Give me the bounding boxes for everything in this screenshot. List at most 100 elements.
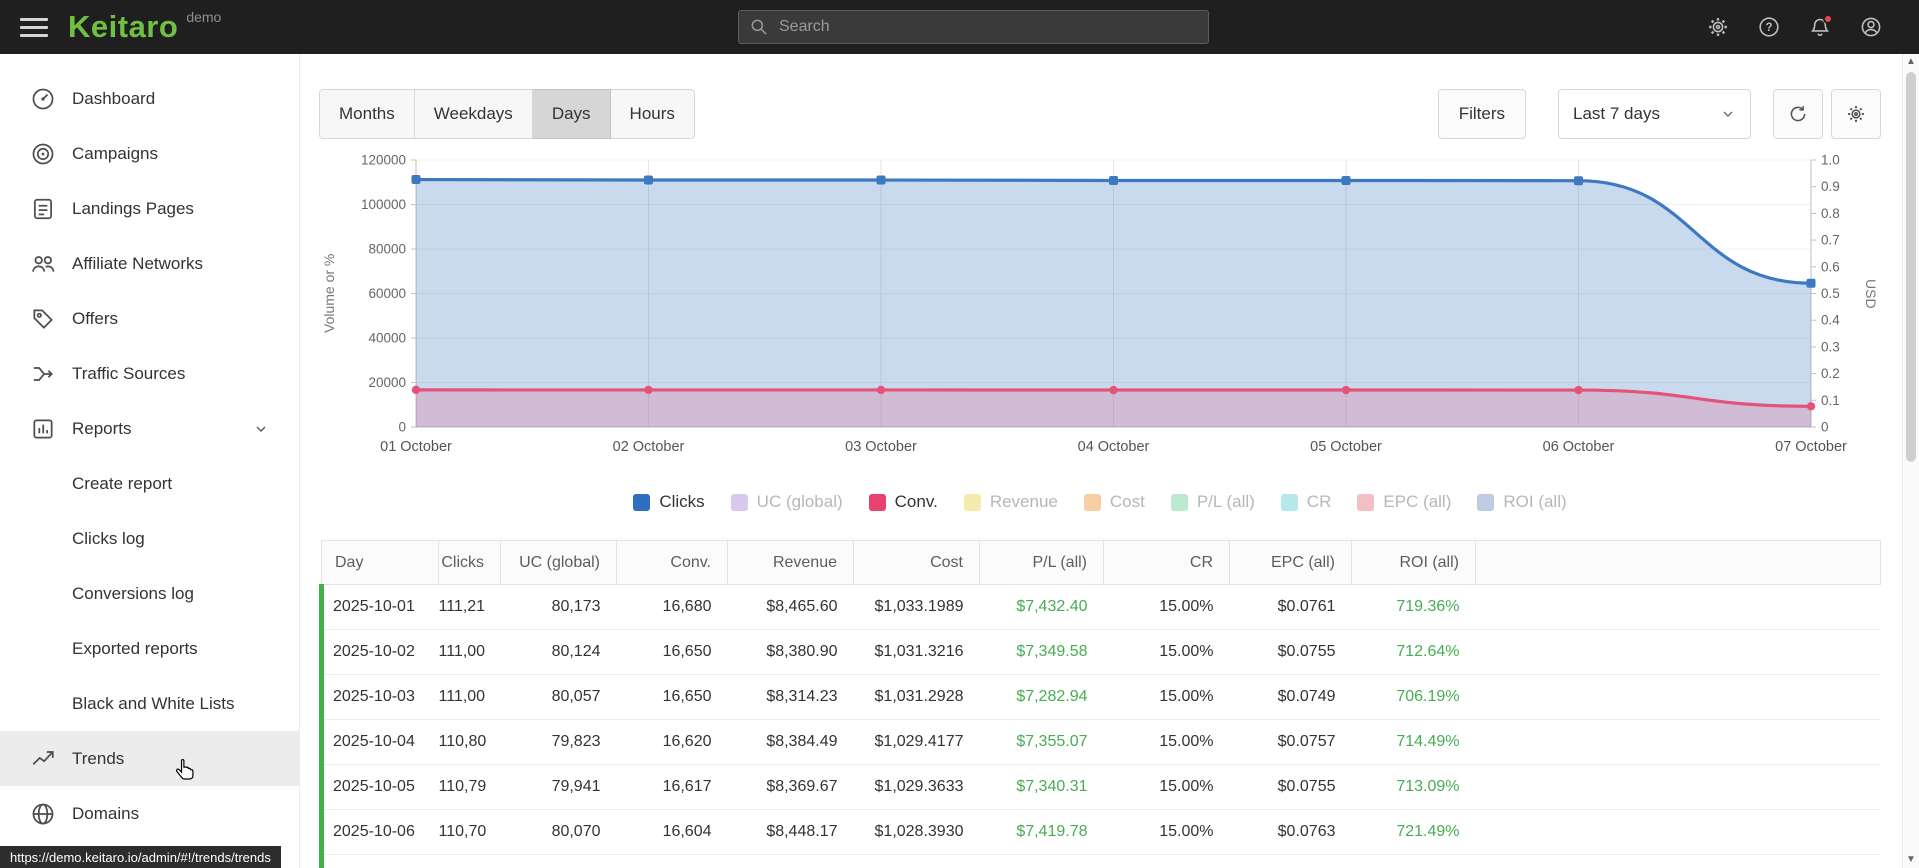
cell-epc-all: $0.0763 bbox=[1229, 809, 1352, 855]
sidebar-item-campaigns[interactable]: Campaigns bbox=[0, 126, 299, 181]
cell-day: 2025-10-06 bbox=[319, 809, 439, 855]
app-logo[interactable]: Keitaro bbox=[68, 0, 178, 54]
cell-day: 2025-10-05 bbox=[319, 764, 439, 810]
sidebar-item-offers[interactable]: Offers bbox=[0, 291, 299, 346]
column-header-uc-global[interactable]: UC (global) bbox=[500, 540, 617, 585]
view-tabs: Months Weekdays Days Hours bbox=[319, 89, 695, 139]
table-row[interactable]: 2025-10-02 111,00 80,124 16,650 $8,380.90 $1,… bbox=[319, 629, 1881, 675]
sidebar-item-affiliate-networks[interactable]: Affiliate Networks bbox=[0, 236, 299, 291]
hamburger-menu-icon[interactable] bbox=[20, 13, 48, 42]
sidebar-item-label: Offers bbox=[72, 308, 118, 328]
legend-swatch bbox=[868, 493, 886, 511]
sidebar-item-label: Reports bbox=[72, 418, 132, 438]
table-row[interactable]: 2025-10-01 111,21 80,173 16,680 $8,465.60 $1,… bbox=[319, 584, 1881, 630]
settings-gear-icon bbox=[1848, 106, 1864, 122]
legend-item-p-l-all[interactable]: P/L (all) bbox=[1170, 492, 1255, 512]
sidebar-item-label: Trends bbox=[72, 748, 125, 768]
sidebar-item-conversions-log[interactable]: Conversions log bbox=[0, 566, 299, 621]
reports-icon bbox=[30, 416, 56, 442]
cell-filler bbox=[1475, 809, 1881, 855]
cell-epc-all: $0.0761 bbox=[1229, 584, 1352, 630]
tab-months[interactable]: Months bbox=[319, 89, 415, 139]
column-header-roi-all[interactable]: ROI (all) bbox=[1351, 540, 1476, 585]
refresh-icon bbox=[1790, 106, 1806, 122]
landings-pages-icon bbox=[30, 196, 56, 222]
notification-badge bbox=[1823, 14, 1833, 24]
affiliate-networks-icon bbox=[30, 251, 56, 277]
svg-text:1.0: 1.0 bbox=[1821, 153, 1840, 168]
svg-text:0: 0 bbox=[1821, 420, 1829, 435]
vertical-scrollbar[interactable]: ▲ ▼ bbox=[1902, 54, 1919, 868]
refresh-button[interactable] bbox=[1773, 89, 1823, 139]
scroll-down-icon[interactable]: ▼ bbox=[1903, 853, 1919, 867]
legend-item-cr[interactable]: CR bbox=[1280, 492, 1332, 512]
account-icon[interactable] bbox=[1859, 15, 1883, 39]
scrollbar-thumb[interactable] bbox=[1906, 72, 1916, 462]
cell-conv: 16,650 bbox=[616, 674, 728, 720]
column-header-cr[interactable]: CR bbox=[1103, 540, 1230, 585]
legend-item-clicks[interactable]: Clicks bbox=[633, 492, 705, 512]
sidebar-item-domains[interactable]: Domains bbox=[0, 786, 299, 841]
cell-roi-all: 715.57% bbox=[1351, 854, 1476, 868]
table-row[interactable]: 2025-10-0764,6246,759,308$4,690.33$575.1… bbox=[319, 854, 1881, 868]
legend-label: Conv. bbox=[894, 492, 938, 511]
table-row[interactable]: 2025-10-05 110,79 79,941 16,617 $8,369.67 $1,… bbox=[319, 764, 1881, 810]
tab-days[interactable]: Days bbox=[532, 89, 611, 139]
legend-label: EPC (all) bbox=[1383, 492, 1452, 511]
cell-uc-global: 80,124 bbox=[500, 629, 617, 675]
legend-item-conv[interactable]: Conv. bbox=[868, 492, 938, 512]
scroll-up-icon[interactable]: ▲ bbox=[1903, 55, 1919, 69]
cell-revenue: $8,314.23 bbox=[727, 674, 854, 720]
cell-clicks: 110,80 bbox=[438, 719, 501, 765]
cell-roi-all: 712.64% bbox=[1351, 629, 1476, 675]
legend-item-revenue[interactable]: Revenue bbox=[963, 492, 1058, 512]
column-header-cost[interactable]: Cost bbox=[853, 540, 980, 585]
sidebar-item-landings-pages[interactable]: Landings Pages bbox=[0, 181, 299, 236]
legend-label: UC (global) bbox=[756, 492, 843, 511]
search-input[interactable] bbox=[738, 10, 1209, 44]
sidebar-item-exported-reports[interactable]: Exported reports bbox=[0, 621, 299, 676]
column-header-conv[interactable]: Conv. bbox=[616, 540, 728, 585]
column-header-p-l-all[interactable]: P/L (all) bbox=[979, 540, 1104, 585]
legend-item-epc-all[interactable]: EPC (all) bbox=[1357, 492, 1451, 512]
column-header-day[interactable]: Day bbox=[321, 540, 439, 585]
cell-filler bbox=[1475, 719, 1881, 765]
column-header-revenue[interactable]: Revenue bbox=[727, 540, 854, 585]
legend-label: ROI (all) bbox=[1503, 492, 1567, 511]
cell-epc-all: $0.0726 bbox=[1229, 854, 1352, 868]
cell-uc-global: 80,057 bbox=[500, 674, 617, 720]
y-axis-left-title: Volume or % bbox=[321, 253, 337, 334]
sidebar-item-trends[interactable]: Trends bbox=[0, 731, 299, 786]
tab-hours[interactable]: Hours bbox=[610, 89, 695, 139]
sidebar-item-create-report[interactable]: Create report bbox=[0, 456, 299, 511]
svg-text:60000: 60000 bbox=[368, 286, 406, 301]
table-row[interactable]: 2025-10-04 110,80 79,823 16,620 $8,384.49 $1,… bbox=[319, 719, 1881, 765]
help-icon[interactable]: ? bbox=[1757, 15, 1781, 39]
cell-roi-all: 714.49% bbox=[1351, 719, 1476, 765]
table-header-row: Day Clicks UC (global) Conv. Revenue Cost P/L … bbox=[321, 540, 1881, 585]
cell-revenue: $4,690.33 bbox=[727, 854, 854, 868]
sidebar-item-reports[interactable]: Reports bbox=[0, 401, 299, 456]
tab-weekdays[interactable]: Weekdays bbox=[414, 89, 533, 139]
column-header-epc-all[interactable]: EPC (all) bbox=[1229, 540, 1352, 585]
cell-day: 2025-10-03 bbox=[319, 674, 439, 720]
sidebar-item-black-and-white-lists[interactable]: Black and White Lists bbox=[0, 676, 299, 731]
notifications-bell-icon[interactable] bbox=[1808, 14, 1833, 39]
sidebar-item-traffic-sources[interactable]: Traffic Sources bbox=[0, 346, 299, 401]
legend-item-cost[interactable]: Cost bbox=[1083, 492, 1145, 512]
sidebar-item-dashboard[interactable]: Dashboard bbox=[0, 71, 299, 126]
legend-label: CR bbox=[1306, 492, 1332, 511]
trends-table-wrap: Day Clicks UC (global) Conv. Revenue Cost P/L … bbox=[319, 540, 1881, 868]
column-header-clicks[interactable]: Clicks bbox=[438, 540, 501, 585]
sidebar-item-clicks-log[interactable]: Clicks log bbox=[0, 511, 299, 566]
table-row[interactable]: 2025-10-03 111,00 80,057 16,650 $8,314.23 $1,… bbox=[319, 674, 1881, 720]
table-row[interactable]: 2025-10-06 110,70 80,070 16,604 $8,448.17 $1,… bbox=[319, 809, 1881, 855]
chart-legend: Clicks UC (global) Conv. Revenue Cost P/L (al… bbox=[319, 492, 1881, 512]
legend-item-roi-all[interactable]: ROI (all) bbox=[1477, 492, 1567, 512]
legend-item-uc-global[interactable]: UC (global) bbox=[730, 492, 843, 512]
filters-button[interactable]: Filters bbox=[1437, 89, 1526, 139]
gear-icon[interactable] bbox=[1706, 15, 1730, 39]
chart-settings-button[interactable] bbox=[1831, 89, 1881, 139]
demo-badge: demo bbox=[186, 9, 222, 25]
date-range-select[interactable]: Last 7 days bbox=[1558, 89, 1751, 139]
